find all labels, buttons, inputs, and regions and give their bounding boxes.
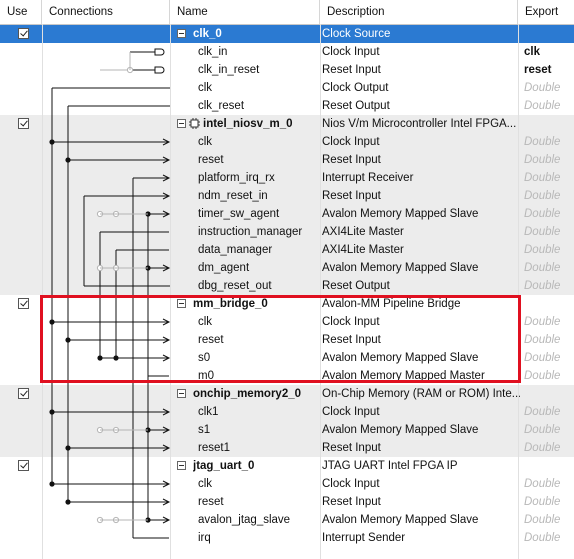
connection-dot[interactable] (49, 409, 55, 415)
connection-dot[interactable] (97, 355, 103, 361)
connection-dot[interactable] (65, 337, 71, 343)
connection-dot[interactable] (113, 355, 119, 361)
connection-dot[interactable] (65, 499, 71, 505)
connection-dot[interactable] (49, 481, 55, 487)
connection-dot[interactable] (65, 445, 71, 451)
connection-dot[interactable] (49, 139, 55, 145)
export-port-icon (154, 66, 165, 74)
connection-dot[interactable] (65, 157, 71, 163)
connection-dot[interactable] (49, 319, 55, 325)
export-port-icon (154, 48, 165, 56)
connections-graph[interactable] (0, 0, 574, 559)
